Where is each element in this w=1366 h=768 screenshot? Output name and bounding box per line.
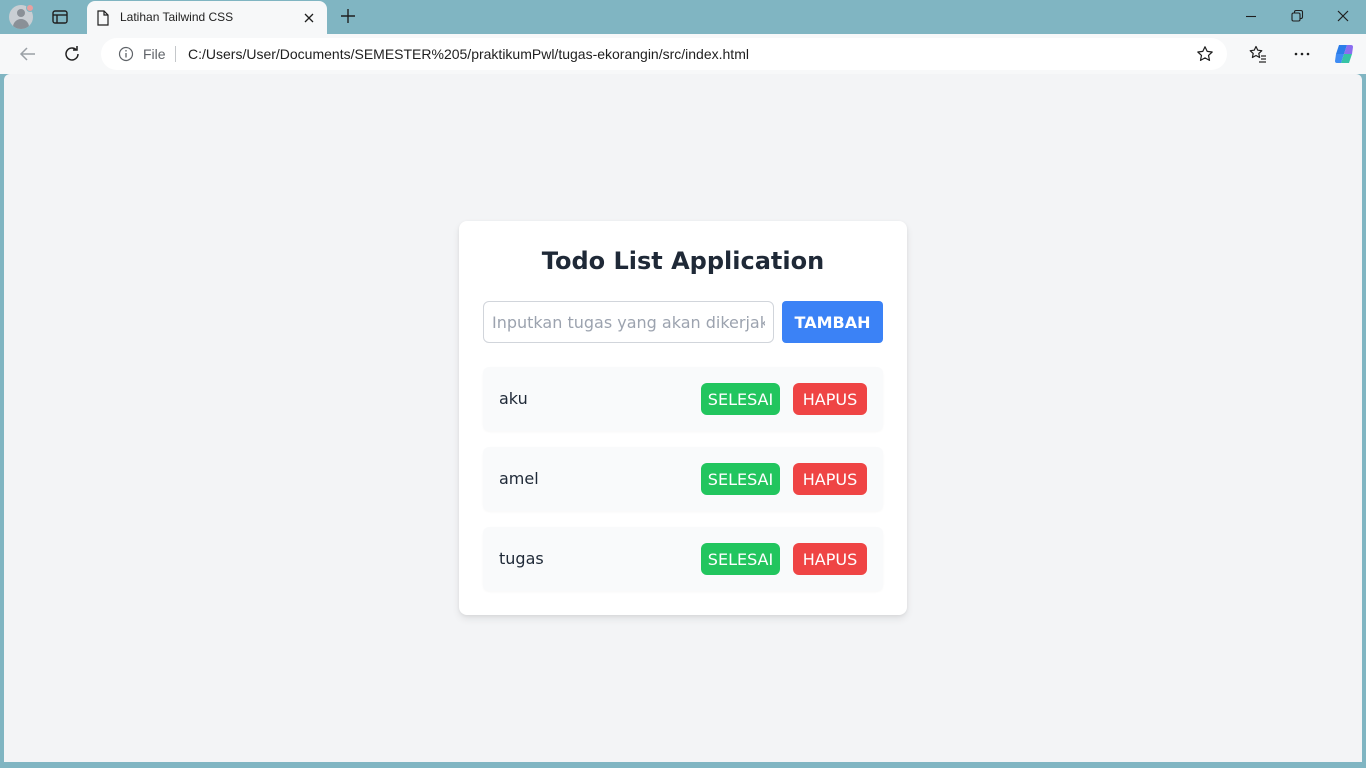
- close-window-icon[interactable]: [1336, 9, 1350, 28]
- refresh-icon[interactable]: [62, 44, 82, 69]
- todo-item: amel SELESAI HAPUS: [483, 447, 883, 511]
- favorites-icon[interactable]: [1248, 44, 1268, 69]
- address-separator: [175, 46, 176, 62]
- star-icon[interactable]: [1196, 45, 1214, 68]
- tab-strip: Latihan Tailwind CSS: [0, 0, 1366, 34]
- todo-item: tugas SELESAI HAPUS: [483, 527, 883, 591]
- done-button[interactable]: SELESAI: [701, 463, 780, 495]
- todo-text: amel: [499, 469, 539, 488]
- minimize-icon[interactable]: [1244, 9, 1258, 28]
- page-viewport: Todo List Application TAMBAH aku SELESAI…: [4, 74, 1362, 762]
- done-button[interactable]: SELESAI: [701, 383, 780, 415]
- todo-list: aku SELESAI HAPUS amel SELESAI HAPUS tug…: [483, 367, 883, 607]
- scheme-label: File: [143, 46, 166, 62]
- delete-button[interactable]: HAPUS: [793, 383, 867, 415]
- address-bar[interactable]: File C:/Users/User/Documents/SEMESTER%20…: [101, 38, 1227, 70]
- profile-notification-dot: [26, 4, 34, 12]
- close-icon[interactable]: [303, 11, 315, 29]
- info-icon[interactable]: [118, 46, 134, 67]
- copilot-icon[interactable]: [1332, 42, 1356, 71]
- back-arrow-icon[interactable]: [18, 44, 38, 69]
- delete-button[interactable]: HAPUS: [793, 543, 867, 575]
- plus-icon[interactable]: [340, 8, 356, 29]
- todo-item: aku SELESAI HAPUS: [483, 367, 883, 431]
- done-button[interactable]: SELESAI: [701, 543, 780, 575]
- more-icon[interactable]: [1292, 44, 1312, 69]
- url-text[interactable]: C:/Users/User/Documents/SEMESTER%205/pra…: [188, 46, 749, 62]
- task-input[interactable]: [483, 301, 774, 343]
- todo-text: tugas: [499, 549, 544, 568]
- document-icon: [96, 10, 110, 31]
- todo-card: Todo List Application TAMBAH aku SELESAI…: [459, 221, 907, 615]
- add-task-button[interactable]: TAMBAH: [782, 301, 883, 343]
- restore-icon[interactable]: [1290, 9, 1304, 28]
- active-tab[interactable]: Latihan Tailwind CSS: [87, 1, 327, 34]
- page-title: Todo List Application: [541, 247, 825, 275]
- todo-text: aku: [499, 389, 528, 408]
- delete-button[interactable]: HAPUS: [793, 463, 867, 495]
- window-bottom-edge: [0, 762, 1366, 768]
- tab-title: Latihan Tailwind CSS: [120, 10, 234, 24]
- browser-toolbar: File C:/Users/User/Documents/SEMESTER%20…: [0, 34, 1366, 74]
- tab-actions-icon[interactable]: [51, 8, 69, 26]
